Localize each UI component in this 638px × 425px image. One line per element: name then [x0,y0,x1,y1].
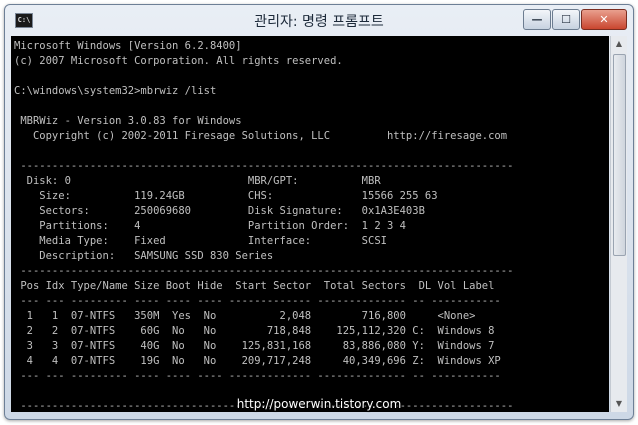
console-line: MBRWiz - Version 3.0.83 for Windows [14,115,242,127]
console-line: Sectors: 250069680 Disk Signature: 0x1A3… [14,205,425,217]
console-line: 3 3 07-NTFS 40G No No 125,831,168 83,886… [14,340,495,352]
console-line: 2 2 07-NTFS 60G No No 718,848 125,112,32… [14,325,495,337]
console-line: Description: SAMSUNG SSD 830 Series [14,250,274,262]
console-line: ----------------------------------------… [14,160,514,172]
console-line: --- --- --------- ---- ---- ---- -------… [14,295,501,307]
window-controls: — ☐ ✕ [523,9,627,30]
console-line: Copyright (c) 2002-2011 Firesage Solutio… [14,130,508,142]
console-line: --- --- --------- ---- ---- ---- -------… [14,370,501,382]
console-line: Media Type: Fixed Interface: SCSI [14,235,387,247]
console-line: Size: 119.24GB CHS: 15566 255 63 [14,190,438,202]
maximize-button[interactable]: ☐ [552,9,580,30]
vertical-scrollbar[interactable]: ▲ ▼ [610,36,627,412]
console-line: Disk: 0 MBR/GPT: MBR [14,175,381,187]
close-button[interactable]: ✕ [581,9,627,30]
console-line: ----------------------------------------… [14,265,514,277]
watermark-url: http://powerwin.tistory.com [236,397,402,411]
console-line: (c) 2007 Microsoft Corporation. All righ… [14,55,343,67]
console-line: 1 1 07-NTFS 350M Yes No 2,048 716,800 <N… [14,310,476,322]
scroll-up-arrow-icon[interactable]: ▲ [611,36,627,52]
console-line: C:\windows\system32>mbrwiz /list [14,85,217,97]
title-bar[interactable]: C:\ 관리자: 명령 프롬프트 — ☐ ✕ [5,5,633,35]
console-line: 4 4 07-NTFS 19G No No 209,717,248 40,349… [14,355,501,367]
console-line: Partitions: 4 Partition Order: 1 2 3 4 [14,220,406,232]
console-line: Pos Idx Type/Name Size Boot Hide Start S… [14,280,495,292]
console-output[interactable]: Microsoft Windows [Version 6.2.8400] (c)… [11,36,609,412]
console-line: Microsoft Windows [Version 6.2.8400] [14,40,242,52]
minimize-button[interactable]: — [523,9,551,30]
console-text: Microsoft Windows [Version 6.2.8400] (c)… [11,36,609,412]
scrollbar-thumb[interactable] [613,54,626,256]
command-prompt-window: C:\ 관리자: 명령 프롬프트 — ☐ ✕ Microsoft Windows… [4,4,634,420]
